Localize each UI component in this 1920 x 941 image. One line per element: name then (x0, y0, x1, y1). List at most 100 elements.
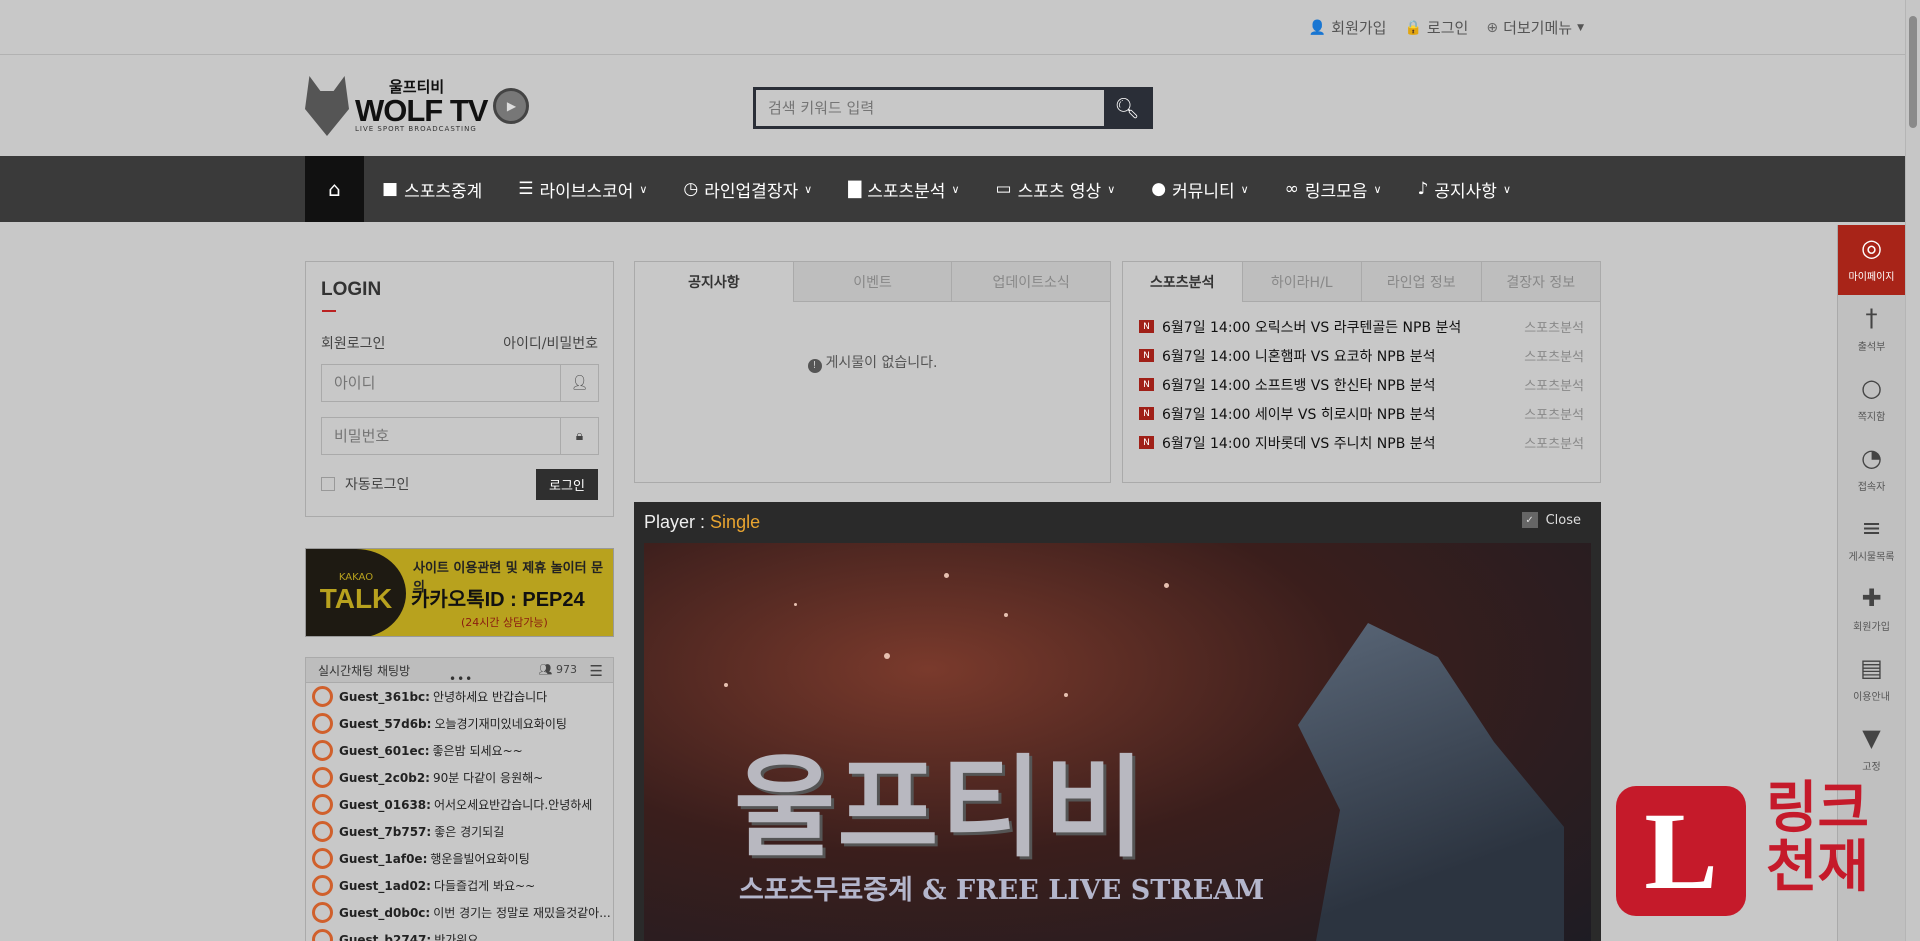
nav-item-links[interactable]: ∞ 링크모음 ∨ (1267, 177, 1400, 202)
chevron-down-icon: ∨ (1240, 182, 1249, 196)
player-title: Player : Single (644, 512, 760, 533)
item-title: 6월7일 14:00 오릭스버 VS 라쿠텐골든 NPB 분석 (1162, 319, 1462, 336)
nav-item-analysis[interactable]: ▇ 스포츠분석 ∨ (830, 177, 977, 202)
sidebar-item-online-users[interactable]: ◔ 접속자 (1838, 435, 1905, 505)
new-badge-icon: N (1139, 436, 1154, 449)
player-brand-text: 울프티비 (734, 744, 1147, 872)
chat-message: Guest_361bc: 안녕하세요 반갑습니다 (306, 683, 613, 710)
chat-user[interactable]: Guest_2c0b2: (339, 771, 430, 785)
find-account-link[interactable]: 아이디/비밀번호 (503, 333, 598, 353)
nav-item-lineup[interactable]: ◷ 라인업결장자 ∨ (665, 177, 830, 202)
logo-text: 울프티비 WOLF TV LIVE SPORT BROADCASTING (355, 79, 488, 133)
tab-highlights[interactable]: 하이라H/L (1241, 262, 1361, 302)
user-plus-icon: 👤 (1308, 19, 1327, 36)
chat-user[interactable]: Guest_601ec: (339, 744, 430, 758)
avatar (312, 794, 333, 815)
chat-message: Guest_01638: 어서오세요반갑습니다.안녕하세 (306, 791, 613, 818)
password-field: 🔒︎ (321, 417, 599, 455)
nav-item-notice[interactable]: ♪ 공지사항 ∨ (1400, 177, 1529, 202)
chat-text: 좋은 경기되길 (434, 825, 505, 839)
nav-item-community[interactable]: ● 커뮤니티 ∨ (1133, 177, 1266, 202)
chat-user[interactable]: Guest_01638: (339, 798, 431, 812)
comments-icon: ● (1151, 179, 1167, 199)
kakao-banner[interactable]: KAKAO TALK 사이트 이용관련 및 제휴 놀이터 문의 카카오톡ID :… (305, 548, 614, 637)
kakao-brand-top: KAKAO (338, 572, 374, 583)
exclamation-circle-icon: ! (807, 359, 822, 373)
tab-absence[interactable]: 결장자 정보 (1480, 262, 1600, 302)
list-item[interactable]: N 6월7일 14:00 지바롯데 VS 주니치 NPB 분석 스포츠분석 (1123, 428, 1600, 457)
sidebar-item-pinned[interactable]: ▼ 고정 (1838, 715, 1905, 785)
sidebar-item-signup[interactable]: ✚ 회원가입 (1838, 575, 1905, 645)
chat-user[interactable]: Guest_7b757: (339, 825, 431, 839)
chat-text: 오늘경기재미있네요화이팅 (434, 717, 567, 731)
list-item[interactable]: N 6월7일 14:00 세이부 VS 히로시마 NPB 분석 스포츠분석 (1123, 399, 1600, 428)
tab-analysis[interactable]: 스포츠분석 (1123, 262, 1242, 302)
sparkle (1164, 583, 1169, 588)
sidebar-item-mypage[interactable]: ◎ 마이페이지 (1838, 225, 1905, 295)
users-icon: 👥︎ (538, 663, 553, 676)
sparkle (884, 653, 890, 659)
avatar (312, 821, 333, 842)
tab-event[interactable]: 이벤트 (792, 262, 952, 302)
password-input[interactable] (322, 418, 560, 454)
book-reader-icon: ▤ (1860, 654, 1883, 682)
chat-user[interactable]: Guest_57d6b: (339, 717, 431, 731)
search-input[interactable] (756, 90, 1104, 126)
kakao-line2: 카카오톡ID : PEP24 (411, 589, 585, 611)
more-menu-link[interactable]: ⊕ 더보기메뉴 ▼ (1486, 17, 1584, 38)
chat-user[interactable]: Guest_b2747: (339, 933, 431, 941)
chat-user[interactable]: Guest_1ad02: (339, 879, 431, 893)
search-button[interactable]: 🔍︎ (1104, 90, 1150, 126)
drag-handle-icon[interactable]: ••• (449, 672, 473, 686)
tab-lineup[interactable]: 라인업 정보 (1361, 262, 1481, 302)
remember-checkbox[interactable] (321, 477, 335, 491)
list-item[interactable]: N 6월7일 14:00 오릭스버 VS 라쿠텐골든 NPB 분석 스포츠분석 (1123, 312, 1600, 341)
menu-icon[interactable]: ☰ (590, 662, 603, 680)
chat-header: 실시간채팅 채팅방 ••• 👥︎ 973 ☰ (306, 658, 613, 686)
sidebar-label: 이용안내 (1853, 692, 1890, 703)
sidebar-item-attendance[interactable]: † 출석부 (1838, 295, 1905, 365)
username-input[interactable] (322, 365, 560, 401)
signup-link[interactable]: 👤 회원가입 (1309, 17, 1387, 38)
chevron-down-icon: ∨ (951, 182, 960, 196)
video-icon: ■ (382, 179, 399, 199)
nav-item-sports-broadcast[interactable]: ■ 스포츠중계 (364, 177, 500, 202)
logo-tagline: LIVE SPORT BROADCASTING (355, 124, 477, 133)
chat-text: 행운을빌어요화이팅 (430, 852, 530, 866)
list-item[interactable]: N 6월7일 14:00 소프트뱅 VS 한신타 NPB 분석 스포츠분석 (1123, 370, 1600, 399)
sidebar-label: 출석부 (1857, 342, 1886, 353)
home-button[interactable]: ⌂ (305, 156, 364, 222)
link-genius-text[interactable]: 링크 천재 (1766, 779, 1869, 898)
tab-notice[interactable]: 공지사항 (635, 262, 793, 302)
nav-label: 공지사항 (1434, 181, 1497, 202)
nav-item-livescore[interactable]: ☰ 라이브스코어 ∨ (500, 177, 665, 202)
chat-text: 어서오세요반갑습니다.안녕하세 (433, 798, 593, 812)
item-title: 6월7일 14:00 소프트뱅 VS 한신타 NPB 분석 (1162, 377, 1436, 394)
nav-item-videos[interactable]: ▭ 스포츠 영상 ∨ (978, 177, 1134, 202)
sidebar-item-messages[interactable]: ○ 쪽지함 (1838, 365, 1905, 435)
scrollbar-thumb[interactable] (1909, 16, 1917, 128)
sidebar-item-posts[interactable]: ≡ 게시물목록 (1838, 505, 1905, 575)
chat-user[interactable]: Guest_361bc: (339, 690, 430, 704)
page-scrollbar[interactable] (1905, 0, 1920, 941)
nav-label: 스포츠 영상 (1017, 181, 1102, 202)
chat-user[interactable]: Guest_d0b0c: (339, 906, 430, 920)
player-mode: Single (710, 512, 761, 532)
site-header: 울프티비 WOLF TV LIVE SPORT BROADCASTING ▶ 🔍… (0, 56, 1905, 156)
link-genius-logo[interactable]: L (1616, 786, 1746, 916)
chevron-down-icon: ∨ (1107, 182, 1116, 196)
login-button[interactable]: 로그인 (536, 469, 598, 500)
username-field: 👤︎ (321, 364, 599, 402)
remember-me[interactable]: 자동로그인 (321, 474, 409, 494)
site-logo[interactable]: 울프티비 WOLF TV LIVE SPORT BROADCASTING ▶ (305, 74, 535, 138)
login-link[interactable]: 🔒 로그인 (1404, 17, 1468, 38)
sidebar-item-guide[interactable]: ▤ 이용안내 (1838, 645, 1905, 715)
search-bar: 🔍︎ (753, 87, 1153, 129)
chat-user[interactable]: Guest_1af0e: (339, 852, 427, 866)
wolf-logo-icon (305, 76, 349, 136)
tab-update[interactable]: 업데이트소식 (951, 262, 1111, 302)
video-player: Player : Single ✓ Close 울프티비 스포츠무료중계 & FR… (634, 502, 1601, 941)
list-item[interactable]: N 6월7일 14:00 니혼햄파 VS 요코하 NPB 분석 스포츠분석 (1123, 341, 1600, 370)
player-screen[interactable]: 울프티비 스포츠무료중계 & FREE LIVE STREAM (644, 543, 1591, 941)
close-button[interactable]: ✓ Close (1521, 512, 1581, 528)
